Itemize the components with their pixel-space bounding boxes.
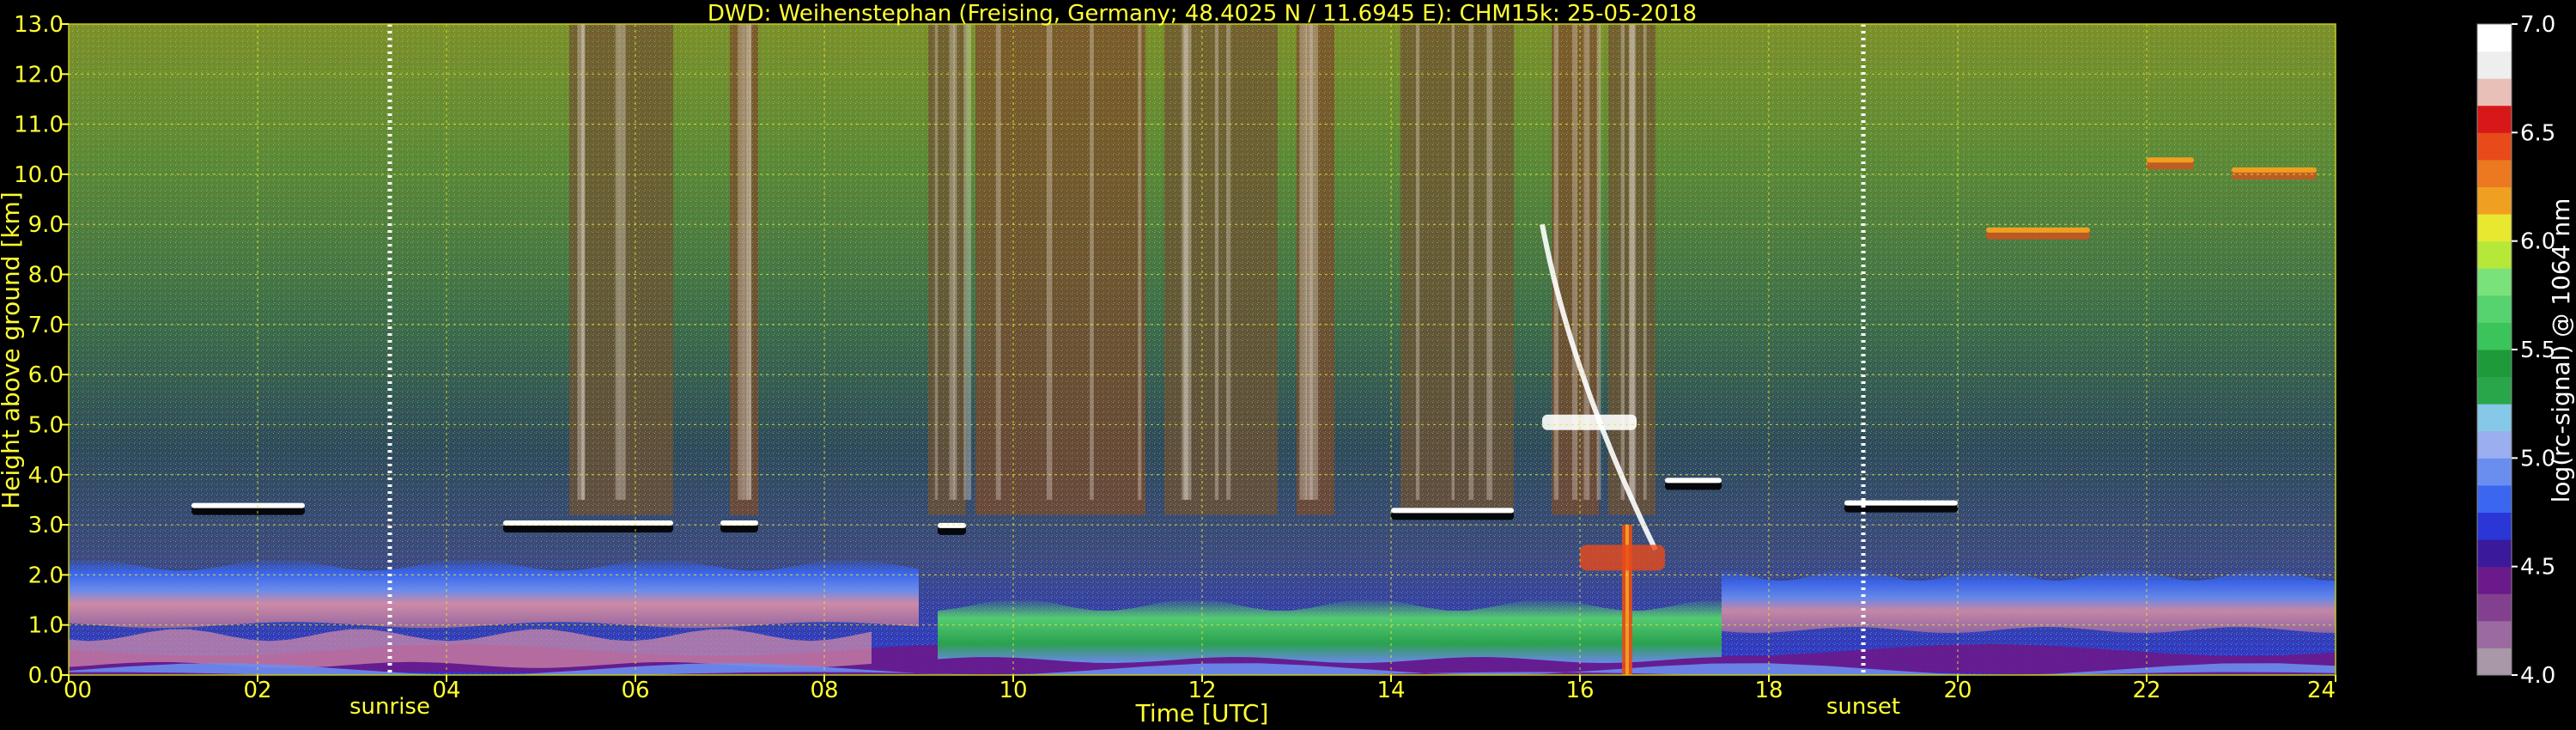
colorbar-band <box>2477 159 2512 187</box>
colorbar-band <box>2477 186 2512 215</box>
y-tick-label: 11.0 <box>14 113 64 138</box>
colorbar-band <box>2477 620 2512 648</box>
colorbar-band <box>2477 376 2512 405</box>
cloud-top <box>2147 157 2194 163</box>
y-tick-label: 12.0 <box>14 62 64 88</box>
x-axis-label: Time [UTC] <box>1135 699 1269 727</box>
convective-layer <box>938 599 1722 663</box>
colorbar-band <box>2477 268 2512 296</box>
colorbar: 4.04.55.05.56.06.57.0 log(rc-signal) @ 1… <box>2476 12 2575 689</box>
sun-annotations: sunrise sunset <box>349 694 1900 720</box>
x-tick-label: 24 <box>2307 678 2336 703</box>
cirrus-patch <box>1542 414 1637 430</box>
x-tick-label: 00 <box>64 678 92 703</box>
colorbar-band <box>2477 132 2512 161</box>
colorbar-band <box>2477 51 2512 79</box>
colorbar-label: log(rc-signal) @ 1064 nm <box>2547 198 2575 503</box>
cloud-top <box>938 522 966 528</box>
cloud-top <box>1844 500 1958 506</box>
y-tick-label: 10.0 <box>14 162 64 188</box>
x-tick-label: 22 <box>2132 678 2160 703</box>
x-tick-label: 14 <box>1376 678 1405 703</box>
colorbar-band <box>2477 295 2512 323</box>
cloud-top <box>1665 478 1722 484</box>
colorbar-band <box>2477 512 2512 540</box>
colorbar-band <box>2477 593 2512 622</box>
y-tick-label: 8.0 <box>28 263 64 289</box>
colorbar-band <box>2477 322 2512 350</box>
y-tick-label: 9.0 <box>28 212 64 238</box>
colorbar-band <box>2477 484 2512 513</box>
colorbar-tick-label: 7.0 <box>2520 12 2555 38</box>
colorbar-tick-label: 4.5 <box>2520 555 2555 581</box>
x-tick-label: 08 <box>810 678 838 703</box>
colorbar-band <box>2477 430 2512 459</box>
colorbar-band <box>2477 648 2512 676</box>
cloud-top <box>1391 508 1514 514</box>
x-tick-label: 02 <box>243 678 271 703</box>
x-tick-label: 16 <box>1565 678 1594 703</box>
chart-title: DWD: Weihenstephan (Freising, Germany; 4… <box>708 1 1697 27</box>
y-tick-label: 4.0 <box>28 463 64 489</box>
y-tick-label: 0.0 <box>28 663 64 689</box>
precip-cloud <box>1580 544 1665 571</box>
x-tick-label: 10 <box>999 678 1027 703</box>
colorbar-band <box>2477 404 2512 432</box>
y-tick-label: 7.0 <box>28 313 64 338</box>
colorbar-band <box>2477 240 2512 269</box>
colorbar-band <box>2477 24 2512 52</box>
colorbar-band <box>2477 214 2512 242</box>
y-tick-label: 6.0 <box>28 362 64 388</box>
y-axis-label: Height above ground [km] <box>0 192 25 509</box>
x-tick-label: 20 <box>1943 678 1971 703</box>
y-tick-label: 3.0 <box>28 513 64 538</box>
y-tick-label: 5.0 <box>28 412 64 438</box>
colorbar-band <box>2477 539 2512 568</box>
y-tick-label: 2.0 <box>28 563 64 588</box>
colorbar-bands <box>2477 24 2512 676</box>
colorbar-band <box>2477 566 2512 594</box>
colorbar-band <box>2477 78 2512 106</box>
x-tick-label: 06 <box>621 678 649 703</box>
cloud-top <box>1986 227 2090 233</box>
ceilometer-figure: 00 02 04 06 08 10 12 14 16 18 20 22 24 0.01.02.03.04… <box>0 1 2575 727</box>
x-tick-label: 18 <box>1754 678 1783 703</box>
colorbar-band <box>2477 105 2512 133</box>
evening-residual-layer <box>1722 569 2336 633</box>
colorbar-band <box>2477 350 2512 378</box>
sun-event-label: sunset <box>1826 694 1900 720</box>
colorbar-tick-label: 4.0 <box>2520 663 2555 689</box>
cloud-top <box>191 502 305 508</box>
sun-event-label: sunrise <box>349 694 430 720</box>
y-tick-label: 1.0 <box>28 613 64 639</box>
y-tick-label: 13.0 <box>14 12 64 38</box>
x-tick-label: 04 <box>432 678 460 703</box>
colorbar-tick-label: 6.5 <box>2520 120 2555 146</box>
cloud-top <box>2232 167 2317 173</box>
colorbar-band <box>2477 458 2512 486</box>
